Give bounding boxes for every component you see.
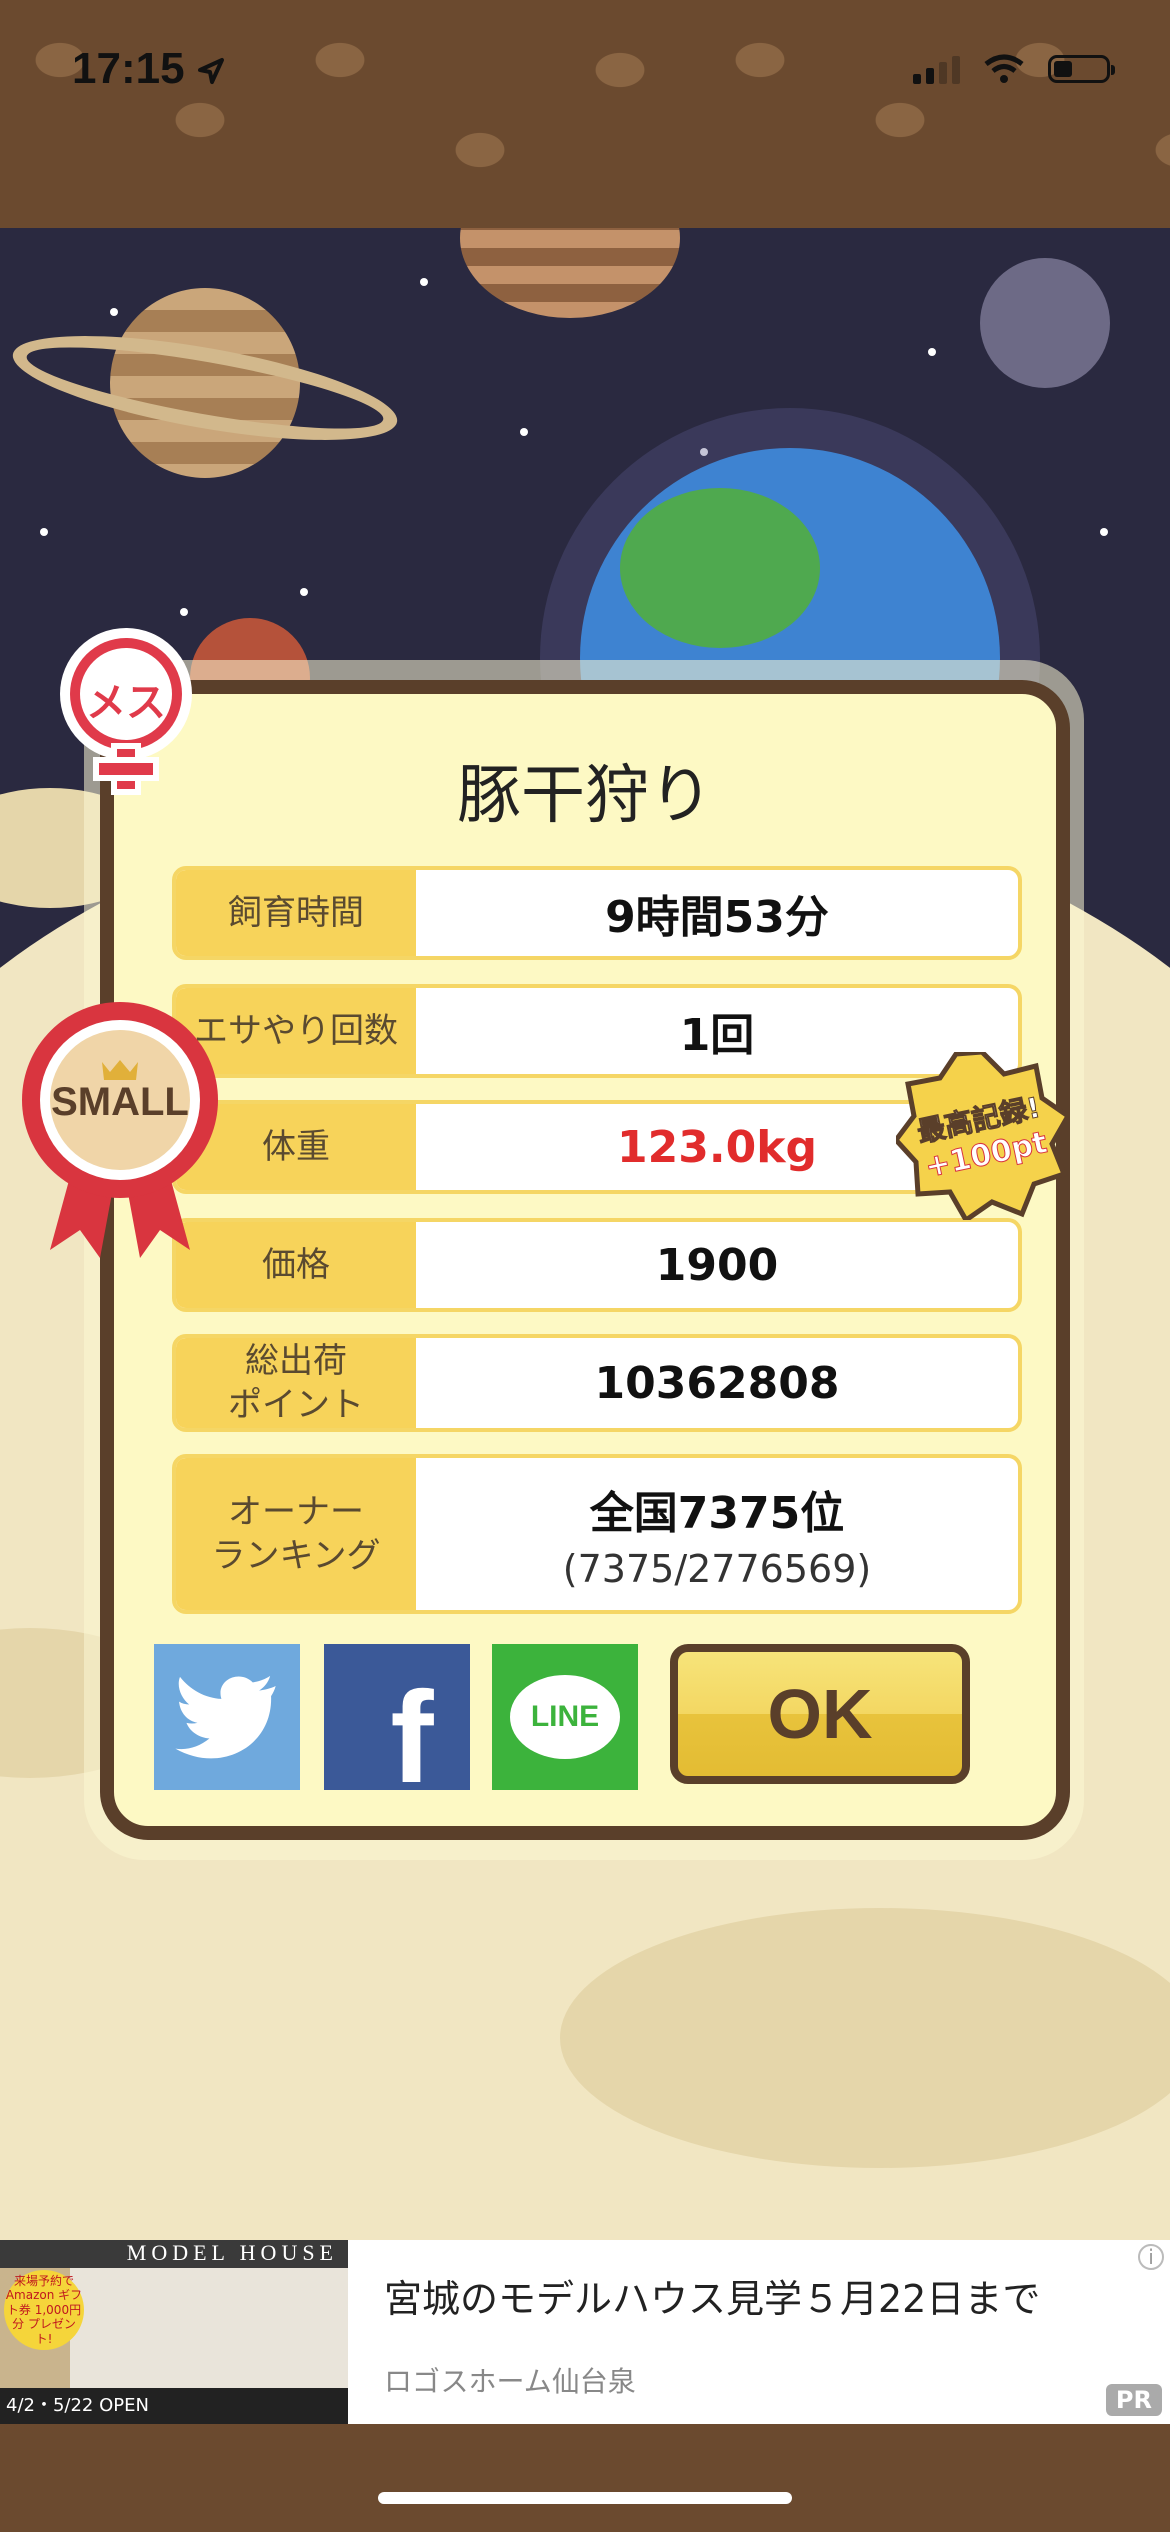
bottom-background xyxy=(0,2424,1170,2532)
ad-gift-badge: 来場予約で Amazon ギフト券 1,000円分 プレゼント! xyxy=(4,2270,84,2350)
status-bar-background xyxy=(0,0,1170,228)
row-value: 9時間53分 xyxy=(605,892,829,943)
row-label: オーナー ランキング xyxy=(176,1458,416,1610)
female-label: メス xyxy=(86,680,166,726)
row-value: 1900 xyxy=(655,1239,779,1291)
row-price: 価格 1900 xyxy=(172,1218,1022,1312)
row-label: 飼育時間 xyxy=(176,870,416,956)
size-rosette-badge: SMALL xyxy=(20,1000,220,1260)
row-value: 10362808 xyxy=(594,1357,840,1409)
ad-pr-label: PR xyxy=(1105,2384,1162,2416)
row-feed-count: エサやり回数 1回 xyxy=(172,984,1022,1078)
info-icon[interactable]: i xyxy=(1138,2244,1164,2270)
result-dialog: 豚干狩り 飼育時間 9時間53分 エサやり回数 1回 体重 123.0kg 価格… xyxy=(100,680,1070,1840)
row-feeding-time: 飼育時間 9時間53分 xyxy=(172,866,1022,960)
home-indicator[interactable] xyxy=(378,2492,792,2504)
status-time: 17:15 xyxy=(72,44,185,93)
ad-thumb-title: MODEL HOUSE xyxy=(0,2240,348,2268)
jupiter-planet xyxy=(460,228,680,318)
ok-button[interactable]: OK xyxy=(670,1644,970,1784)
rosette-icon xyxy=(22,1002,218,1258)
cellular-signal-icon xyxy=(913,54,960,84)
twitter-icon xyxy=(175,1675,276,1759)
ranking-detail: (7375/2776569) xyxy=(562,1547,872,1591)
ad-thumbnail[interactable]: MODEL HOUSE 来場予約で Amazon ギフト券 1,000円分 プレ… xyxy=(0,2240,348,2424)
wifi-icon xyxy=(984,54,1024,83)
record-badge: 最高記録! +100pt xyxy=(892,1049,1072,1224)
row-weight: 体重 123.0kg xyxy=(172,1100,1022,1194)
ad-thumb-footer: 4/2・5/22 OPEN xyxy=(0,2388,348,2424)
row-total-points: 総出荷 ポイント 10362808 xyxy=(172,1334,1022,1432)
gray-planet xyxy=(980,258,1110,388)
facebook-share-button[interactable]: f xyxy=(324,1644,470,1810)
ad-source: ロゴスホーム仙台泉 xyxy=(384,2365,636,2398)
battery-icon xyxy=(1048,55,1115,83)
ad-banner[interactable]: MODEL HOUSE 来場予約で Amazon ギフト券 1,000円分 プレ… xyxy=(0,2240,1170,2424)
location-arrow-icon xyxy=(198,58,224,84)
line-share-button[interactable]: LINE xyxy=(492,1644,638,1790)
ranking-value: 全国7375位 xyxy=(589,1488,845,1539)
size-label: SMALL xyxy=(51,1080,189,1124)
status-icons xyxy=(913,54,1115,84)
twitter-share-button[interactable] xyxy=(154,1644,300,1790)
line-icon: LINE xyxy=(510,1675,620,1759)
row-owner-ranking: オーナー ランキング 全国7375位 (7375/2776569) xyxy=(172,1454,1022,1614)
dialog-title: 豚干狩り xyxy=(457,759,713,833)
row-label: 総出荷 ポイント xyxy=(176,1338,416,1428)
ad-headline[interactable]: 宮城のモデルハウス見学５月22日まで xyxy=(384,2268,1040,2323)
ad-room-image xyxy=(70,2268,348,2388)
row-value-group: 全国7375位 (7375/2776569) xyxy=(416,1458,1018,1610)
female-badge: メス xyxy=(56,628,196,798)
facebook-icon: f xyxy=(390,1664,434,1810)
